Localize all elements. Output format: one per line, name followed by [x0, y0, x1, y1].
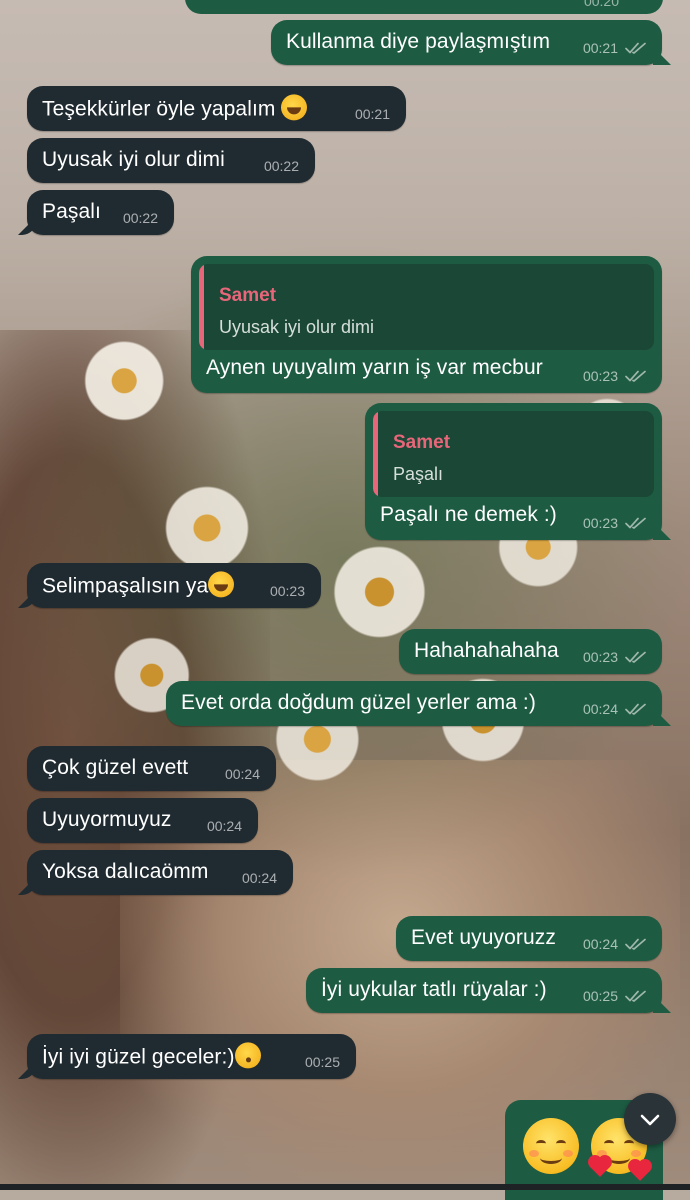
message-list[interactable]: 00:20 Kullanma diye paylaşmıştım 00:21 T… [0, 0, 690, 1200]
message-text: Evet orda doğdum güzel yerler ama :) [181, 690, 536, 714]
message-text: Teşekkürler öyle yapalım [42, 93, 308, 121]
message-text: Uyuyormuyuz [42, 807, 172, 831]
message-time: 00:22 [263, 158, 299, 174]
message-bubble-outgoing-reply[interactable]: Samet Paşalı Paşalı ne demek :) 00:23 [365, 403, 662, 540]
face-blowing-kiss-icon [234, 1041, 261, 1068]
message-time: 00:23 [582, 368, 618, 384]
message-text: Aynen uyuyalım yarın iş var mecbur [206, 356, 543, 379]
message-bubble-incoming[interactable]: İyi iyi güzel geceler:) 00:25 [27, 1034, 356, 1079]
message-text: İyi iyi güzel geceler:) [42, 1041, 261, 1069]
message-text: İyi uykular tatlı rüyalar :) [321, 977, 547, 1001]
message-text: Kullanma diye paylaşmıştım [286, 29, 551, 53]
message-bubble-outgoing[interactable]: Evet orda doğdum güzel yerler ama :) 00:… [166, 681, 662, 726]
message-text: Yoksa dalıcaömm [42, 859, 209, 883]
message-bubble-outgoing[interactable]: Hahahahahaha 00:23 [399, 629, 662, 674]
rolling-on-floor-laughing-icon [208, 570, 235, 597]
message-time: 00:21 [354, 106, 390, 122]
message-text: Selimpaşalısın ya [42, 570, 235, 598]
rolling-on-floor-laughing-icon [281, 93, 308, 120]
message-bubble-incoming[interactable]: Selimpaşalısın ya 00:23 [27, 563, 321, 608]
read-receipt-icon [625, 650, 647, 664]
chevron-down-icon [640, 1114, 660, 1126]
message-time: 00:24 [582, 936, 618, 952]
message-time: 00:24 [582, 701, 618, 717]
message-text: Hahahahahaha [414, 638, 559, 662]
scroll-to-bottom-button[interactable] [624, 1093, 676, 1145]
message-time: 00:23 [582, 515, 618, 531]
message-time: 00:25 [582, 988, 618, 1004]
quoted-message[interactable]: Samet Paşalı [373, 411, 654, 497]
quoted-sender-name: Samet [393, 432, 451, 453]
message-bubble-outgoing[interactable]: İyi uykular tatlı rüyalar :) 00:25 [306, 968, 662, 1013]
read-receipt-icon [625, 702, 647, 716]
read-receipt-icon [625, 989, 647, 1003]
bottom-bar-edge [0, 1184, 690, 1190]
message-text: Uyusak iyi olur dimi [42, 147, 225, 171]
message-bubble-incoming[interactable]: Uyuyormuyuz 00:24 [27, 798, 258, 843]
read-receipt-icon [625, 369, 647, 383]
message-bubble-outgoing-reply[interactable]: Samet Uyusak iyi olur dimi Aynen uyuyalı… [191, 256, 662, 393]
message-time: 00:24 [206, 818, 242, 834]
message-text: Evet uyuyoruzz [411, 925, 556, 949]
message-text: Paşalı ne demek :) [380, 503, 557, 526]
message-time: 00:20 [583, 0, 619, 9]
smiling-face-icon [523, 1118, 579, 1174]
message-time: 00:23 [269, 583, 305, 599]
message-bubble-incoming[interactable]: Uyusak iyi olur dimi 00:22 [27, 138, 315, 183]
read-receipt-icon [625, 937, 647, 951]
message-bubble-outgoing[interactable]: Evet uyuyoruzz 00:24 [396, 916, 662, 961]
message-bubble-incoming[interactable]: Çok güzel evett 00:24 [27, 746, 276, 791]
message-time: 00:24 [241, 870, 277, 886]
message-time: 00:21 [582, 40, 618, 56]
message-time: 00:25 [304, 1054, 340, 1070]
message-bubble-outgoing-partial[interactable]: 00:20 [185, 0, 663, 14]
message-bubble-incoming[interactable]: Yoksa dalıcaömm 00:24 [27, 850, 293, 895]
message-text: Paşalı [42, 199, 101, 223]
quoted-message[interactable]: Samet Uyusak iyi olur dimi [199, 264, 654, 350]
quoted-text: Paşalı [393, 464, 444, 484]
message-bubble-incoming[interactable]: Teşekkürler öyle yapalım 00:21 [27, 86, 406, 131]
read-receipt-icon [625, 516, 647, 530]
message-time: 00:22 [122, 210, 158, 226]
message-time: 00:23 [582, 649, 618, 665]
message-text: Çok güzel evett [42, 755, 189, 779]
message-bubble-outgoing[interactable]: Kullanma diye paylaşmıştım 00:21 [271, 20, 662, 65]
quoted-sender-name: Samet [219, 285, 277, 306]
quoted-text: Uyusak iyi olur dimi [219, 317, 375, 337]
message-time: 00:24 [224, 766, 260, 782]
message-bubble-incoming[interactable]: Paşalı 00:22 [27, 190, 174, 235]
read-receipt-icon [625, 41, 647, 55]
